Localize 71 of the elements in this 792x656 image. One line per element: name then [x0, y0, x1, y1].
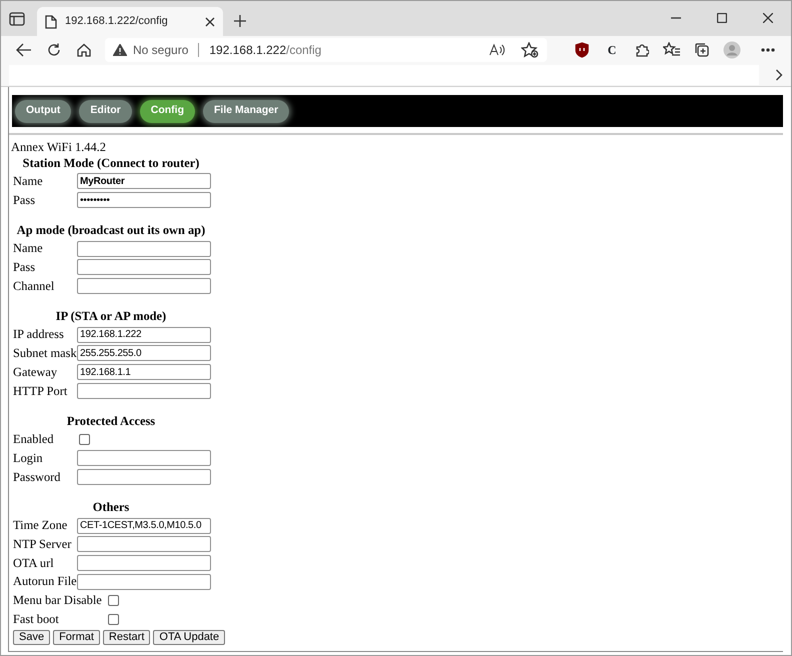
input-field[interactable] [77, 278, 211, 294]
section-title: Protected Access [66, 413, 156, 430]
close-icon[interactable] [763, 13, 773, 23]
checkbox[interactable] [79, 434, 90, 446]
close-tab-icon[interactable] [205, 16, 215, 26]
form-button[interactable]: Format [53, 630, 100, 646]
url-text[interactable]: 192.168.1.222/config [209, 40, 483, 58]
read-aloud-icon[interactable] [489, 42, 505, 56]
field-label: OTA url [13, 554, 55, 572]
input-field[interactable] [77, 468, 211, 485]
field-label: Name [13, 173, 44, 190]
collections-icon[interactable] [694, 42, 710, 58]
back-icon[interactable] [16, 42, 32, 56]
form-button[interactable]: OTA Update [153, 630, 226, 646]
field-label: Gateway [13, 364, 58, 381]
input-field[interactable] [77, 536, 211, 552]
input-field[interactable] [77, 554, 211, 571]
input-field[interactable] [77, 382, 211, 399]
field-label: IP address [13, 326, 65, 344]
checkbox[interactable] [108, 594, 119, 606]
nav-button[interactable]: Output [15, 100, 72, 122]
section-title: Ap mode (broadcast out its own ap) [16, 222, 206, 240]
security-label[interactable]: No seguro [133, 40, 188, 58]
section-title: Station Mode (Connect to router) [22, 155, 200, 172]
field-label: Time Zone [13, 517, 68, 534]
profile-icon[interactable] [723, 40, 741, 58]
more-icon[interactable] [761, 48, 775, 52]
input-field[interactable]: ••••••••• [77, 192, 211, 208]
field-label: Pass [13, 192, 36, 209]
field-label: HTTP Port [13, 382, 68, 400]
input-field[interactable] [77, 574, 211, 590]
nav-button[interactable]: Editor [79, 100, 132, 122]
input-field[interactable]: 192.168.1.1 [77, 364, 211, 380]
tab-actions-icon[interactable] [9, 12, 25, 26]
puzzle-icon[interactable] [635, 42, 649, 56]
maximize-icon[interactable] [717, 13, 727, 23]
warning-icon [113, 44, 127, 56]
input-field[interactable] [77, 450, 211, 466]
input-field[interactable]: 192.168.1.222 [77, 326, 211, 343]
field-label: Enabled [13, 431, 55, 448]
form-button[interactable]: Save [13, 630, 50, 646]
input-field[interactable]: CET-1CEST,M3.5.0,M10.5.0 [77, 518, 211, 534]
field-label: Name [13, 240, 44, 258]
chevron-right-icon[interactable] [775, 68, 783, 80]
input-field[interactable]: MyRouter [77, 173, 211, 190]
add-favorite-icon[interactable] [521, 42, 539, 58]
field-label: Fast boot [13, 610, 60, 628]
input-field[interactable]: 255.255.255.0 [77, 345, 211, 362]
nav-button[interactable]: File Manager [203, 100, 290, 122]
version-text: Annex WiFi 1.44.2 [11, 140, 107, 154]
checkbox[interactable] [108, 614, 119, 625]
field-label: Login [13, 450, 44, 467]
home-icon[interactable] [77, 42, 91, 56]
reload-icon[interactable] [47, 42, 61, 56]
field-label: Pass [13, 259, 36, 276]
shield-icon[interactable] [575, 42, 589, 58]
section-title: IP (STA or AP mode) [54, 308, 168, 326]
field-label: Autorun File [13, 573, 77, 590]
extension-button[interactable]: C [608, 40, 616, 58]
field-label: Menu bar Disable [13, 592, 103, 610]
input-field[interactable] [77, 240, 211, 257]
input-field[interactable] [77, 259, 211, 276]
section-title: Others [92, 499, 130, 516]
favorites-icon[interactable] [663, 42, 681, 58]
field-label: NTP Server [13, 536, 72, 553]
new-tab-icon[interactable] [233, 14, 247, 28]
form-button[interactable]: Restart [102, 630, 150, 646]
field-label: Password [13, 468, 62, 486]
field-label: Channel [13, 278, 56, 295]
page-icon [45, 14, 57, 28]
field-label: Subnet mask [13, 345, 77, 362]
